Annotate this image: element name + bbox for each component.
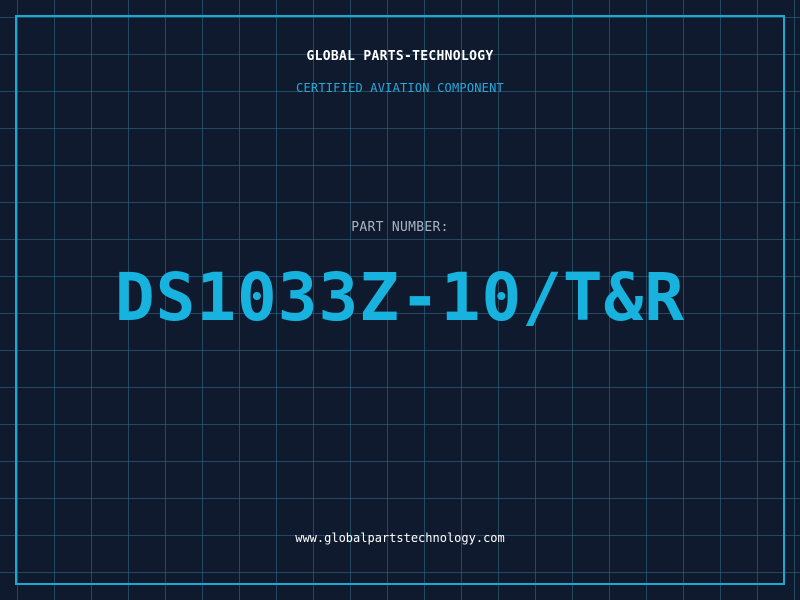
part-number-label: PART NUMBER: [351, 220, 449, 235]
certification-subtitle: CERTIFIED AVIATION COMPONENT [296, 81, 504, 95]
company-name: GLOBAL PARTS-TECHNOLOGY [306, 49, 494, 64]
website-url: www.globalpartstechnology.com [295, 531, 505, 545]
part-number-value: DS1033Z-10/T&R [114, 259, 686, 336]
